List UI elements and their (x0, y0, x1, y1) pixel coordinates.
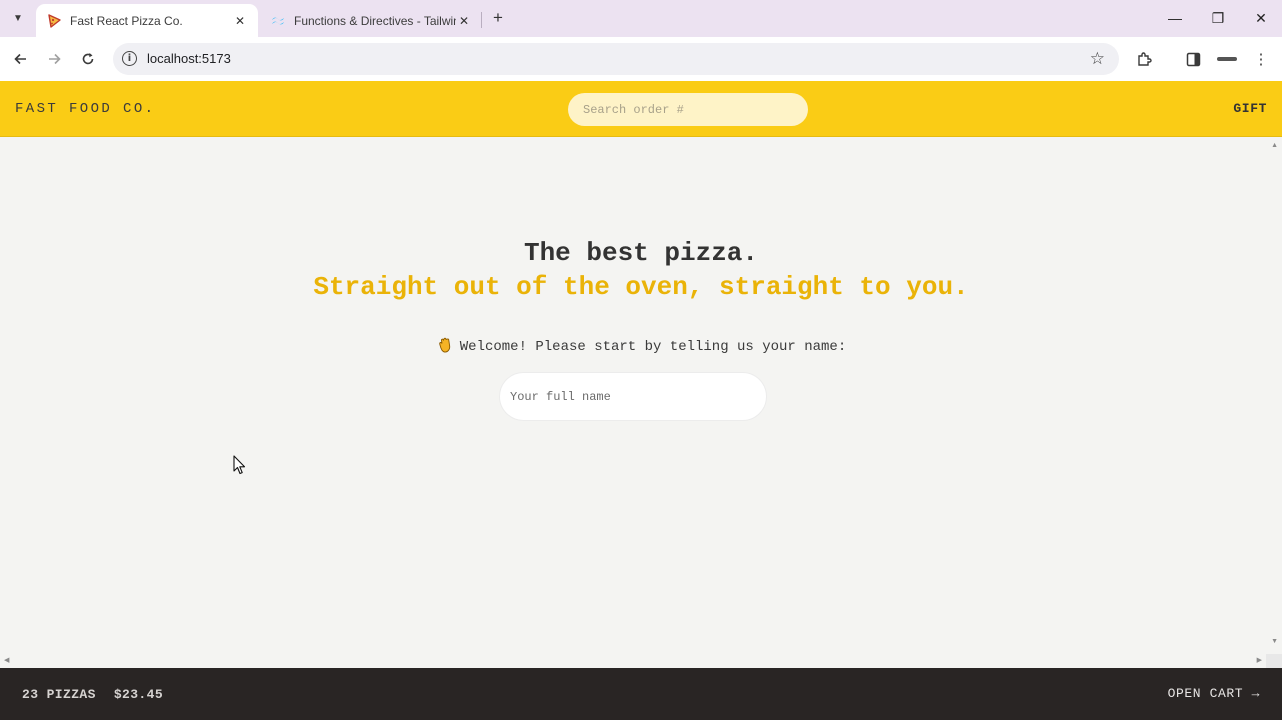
main-content: The best pizza. Straight out of the oven… (0, 138, 1282, 668)
scroll-right-arrow-icon[interactable]: ▶ (1257, 656, 1262, 664)
site-info-icon[interactable]: i (122, 51, 137, 66)
tab-tailwind-docs[interactable]: Functions & Directives - Tailwind CSS ✕ (260, 4, 482, 37)
scroll-down-arrow-icon[interactable]: ▼ (1271, 638, 1278, 645)
tab-search-icon[interactable]: ▼ (7, 7, 29, 29)
new-tab-icon[interactable]: + (488, 8, 508, 28)
url-text[interactable]: localhost:5173 (147, 51, 231, 66)
scroll-left-arrow-icon[interactable]: ◀ (4, 656, 9, 664)
tab-separator (481, 12, 482, 28)
side-panel-icon[interactable] (1181, 47, 1205, 71)
bookmark-star-icon[interactable]: ☆ (1090, 49, 1105, 69)
pizza-favicon-icon (48, 13, 61, 28)
forward-arrow-icon[interactable] (42, 47, 66, 71)
waving-hand-icon (439, 337, 450, 353)
page-heading: The best pizza. Straight out of the oven… (0, 236, 1282, 304)
back-arrow-icon[interactable] (9, 47, 33, 71)
browser-toolbar: i localhost:5173 ☆ ⋮ (0, 37, 1282, 81)
cart-overview: 23 PIZZAS $23.45 OPEN CART → (0, 668, 1282, 720)
cart-total-price: $23.45 (113, 687, 164, 702)
username: GIFT (1233, 101, 1267, 116)
window-close-icon[interactable]: ✕ (1246, 6, 1276, 30)
extensions-puzzle-icon[interactable] (1132, 47, 1156, 71)
open-cart-link[interactable]: OPEN CART → (1168, 686, 1260, 701)
tab-close-icon[interactable]: ✕ (232, 13, 248, 29)
restore-icon[interactable]: ❐ (1203, 6, 1233, 30)
tab-close-icon[interactable]: ✕ (456, 13, 472, 29)
cart-summary: 23 PIZZAS $23.45 (22, 687, 181, 702)
tailwind-favicon-icon (272, 17, 284, 24)
welcome-message: Welcome! Please start by telling us your… (0, 336, 1282, 355)
pizza-count: 23 PIZZAS (22, 687, 96, 702)
horizontal-scrollbar[interactable]: ◀ ▶ (0, 654, 1266, 668)
full-name-input[interactable] (499, 372, 767, 421)
logo-link[interactable]: FAST FOOD CO. (15, 101, 155, 117)
tab-title: Functions & Directives - Tailwind CSS (294, 13, 456, 28)
heading-line-1: The best pizza. (523, 238, 759, 268)
search-order-input[interactable] (568, 93, 808, 126)
reload-icon[interactable] (76, 47, 100, 71)
app-header: FAST FOOD CO. GIFT (0, 81, 1282, 137)
heading-line-2: Straight out of the oven, straight to yo… (313, 272, 969, 302)
tab-fast-react-pizza[interactable]: Fast React Pizza Co. ✕ (36, 4, 258, 37)
vertical-scrollbar[interactable]: ▲ ▼ (1266, 138, 1282, 660)
scroll-up-arrow-icon[interactable]: ▲ (1271, 142, 1278, 149)
profile-avatar-icon[interactable] (1215, 47, 1239, 71)
scrollbar-corner (1266, 654, 1282, 668)
mouse-cursor-icon (233, 455, 246, 475)
address-bar[interactable]: i localhost:5173 ☆ (113, 43, 1119, 75)
tab-title: Fast React Pizza Co. (70, 13, 183, 28)
minimize-icon[interactable]: — (1160, 6, 1190, 30)
browser-menu-icon[interactable]: ⋮ (1249, 47, 1273, 71)
welcome-text: Welcome! Please start by telling us your… (459, 339, 847, 355)
browser-tab-strip: ▼ Fast React Pizza Co. ✕ Functions & Dir… (0, 0, 1282, 37)
